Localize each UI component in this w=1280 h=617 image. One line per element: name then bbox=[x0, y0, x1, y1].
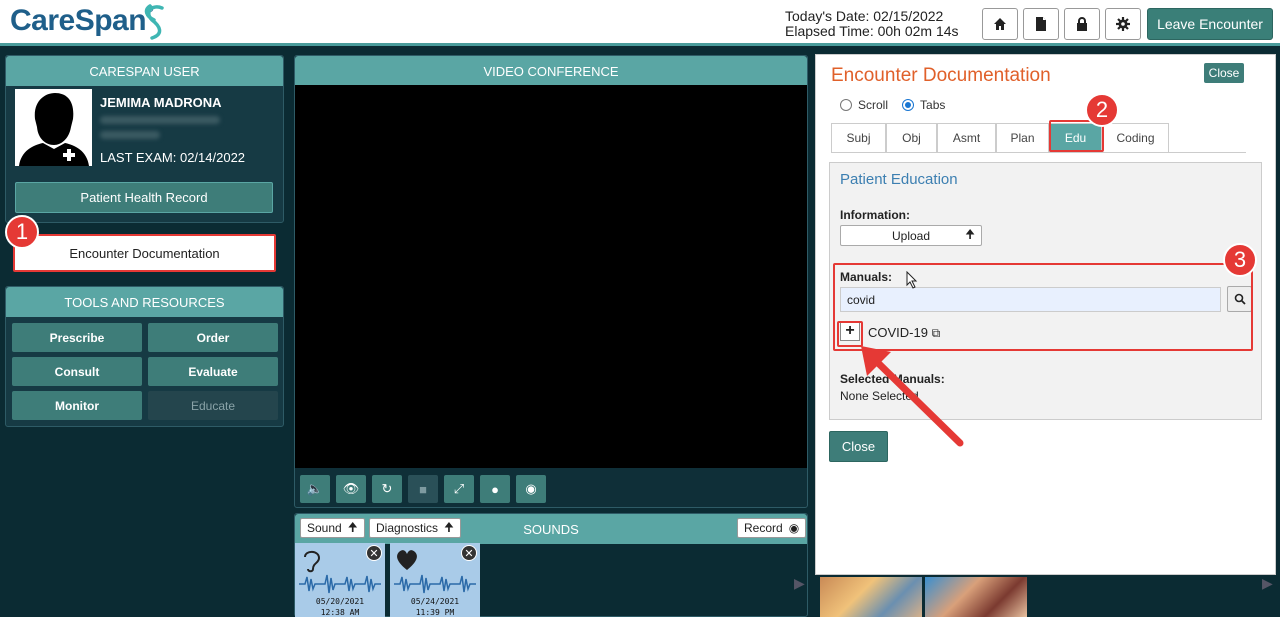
remove-icon[interactable]: ✕ bbox=[366, 545, 382, 561]
light-button[interactable]: ● bbox=[480, 475, 510, 503]
waveform-icon bbox=[394, 574, 476, 594]
scroll-right-icon[interactable]: ▶ bbox=[1262, 575, 1273, 592]
mute-button[interactable]: 🔈 bbox=[300, 475, 330, 503]
avatar bbox=[15, 89, 92, 166]
tab-obj[interactable]: Obj bbox=[886, 123, 937, 152]
annotation-highlight bbox=[833, 263, 1253, 351]
last-exam: LAST EXAM: 02/14/2022 bbox=[100, 150, 246, 165]
upload-arrow-icon: 🠉 bbox=[444, 519, 454, 534]
participant-thumbnail[interactable] bbox=[925, 577, 1027, 617]
order-button[interactable]: Order bbox=[148, 323, 278, 352]
speaker-mute-icon: 🔈 bbox=[306, 481, 324, 496]
leave-encounter-button[interactable]: Leave Encounter bbox=[1147, 8, 1273, 40]
lock-button[interactable] bbox=[1064, 8, 1100, 40]
tools-panel-title: TOOLS AND RESOURCES bbox=[6, 287, 283, 317]
blurred-info bbox=[100, 131, 160, 139]
ear-icon bbox=[304, 550, 321, 573]
upload-button[interactable]: Upload 🠉 bbox=[840, 225, 982, 246]
scroll-right-icon[interactable]: ▶ bbox=[794, 575, 805, 592]
home-icon bbox=[994, 18, 1006, 30]
sound-upload-button[interactable]: Sound 🠉 bbox=[300, 518, 365, 538]
tab-subj[interactable]: Subj bbox=[831, 123, 886, 152]
annotation-arrow-icon bbox=[861, 346, 964, 447]
participant-thumbnail[interactable] bbox=[820, 577, 922, 617]
refresh-icon: ↻ bbox=[381, 481, 393, 496]
user-silhouette-icon bbox=[19, 93, 89, 166]
upload-arrow-icon: 🠉 bbox=[965, 227, 975, 241]
lock-icon bbox=[1077, 17, 1087, 31]
sound-card[interactable]: ✕ 05/24/2021 11:39 PM bbox=[390, 543, 480, 617]
educate-button: Educate bbox=[148, 391, 278, 420]
evaluate-button[interactable]: Evaluate bbox=[148, 357, 278, 386]
app-header: CareSpan® Today's Date: 02/15/2022 Elaps… bbox=[0, 0, 1280, 46]
annotation-highlight bbox=[13, 234, 276, 272]
eye-slash-icon: 👁 bbox=[342, 481, 360, 496]
remove-icon[interactable]: ✕ bbox=[461, 545, 477, 561]
waveform-icon bbox=[299, 574, 381, 594]
gear-icon bbox=[1116, 17, 1130, 31]
patient-name: JEMIMA MADRONA bbox=[100, 95, 222, 110]
tab-coding[interactable]: Coding bbox=[1102, 123, 1169, 152]
heart-icon bbox=[397, 550, 417, 570]
information-label: Information: bbox=[840, 208, 910, 222]
sound-card[interactable]: ✕ 05/20/2021 12:38 AM bbox=[295, 543, 385, 617]
tab-divider bbox=[831, 152, 1246, 153]
hide-video-button[interactable]: 👁 bbox=[336, 475, 366, 503]
document-icon bbox=[1036, 17, 1046, 31]
settings-button[interactable] bbox=[1105, 8, 1141, 40]
snapshot-button[interactable]: ◉ bbox=[516, 475, 546, 503]
upload-arrow-icon: 🠉 bbox=[347, 519, 358, 534]
todays-date: Today's Date: 02/15/2022 bbox=[785, 8, 944, 24]
record-button[interactable]: Record ◉ bbox=[737, 518, 807, 538]
video-feed bbox=[295, 85, 807, 468]
user-panel-title: CARESPAN USER bbox=[6, 56, 283, 86]
document-button[interactable] bbox=[1023, 8, 1059, 40]
annotation-badge: 1 bbox=[5, 215, 39, 249]
video-panel-title: VIDEO CONFERENCE bbox=[295, 56, 807, 86]
doc-title: Encounter Documentation bbox=[831, 65, 1051, 86]
consult-button[interactable]: Consult bbox=[12, 357, 142, 386]
carespan-s-logo-icon bbox=[144, 4, 164, 40]
record-icon: ◉ bbox=[788, 521, 800, 535]
brand-logo: CareSpan® bbox=[10, 4, 153, 37]
fullscreen-button[interactable]: ⤢ bbox=[444, 475, 474, 503]
tab-asmt[interactable]: Asmt bbox=[937, 123, 996, 152]
section-title: Patient Education bbox=[840, 171, 958, 188]
expand-icon: ⤢ bbox=[453, 481, 465, 496]
patient-health-record-button[interactable]: Patient Health Record bbox=[15, 182, 273, 213]
switch-camera-button[interactable]: ↻ bbox=[372, 475, 402, 503]
home-button[interactable] bbox=[982, 8, 1018, 40]
tab-plan[interactable]: Plan bbox=[996, 123, 1049, 152]
monitor-button[interactable]: Monitor bbox=[12, 391, 142, 420]
annotation-badge: 3 bbox=[1223, 243, 1257, 277]
video-camera-icon: ■ bbox=[419, 481, 427, 497]
annotation-badge: 2 bbox=[1085, 93, 1119, 127]
elapsed-time: Elapsed Time: 00h 02m 14s bbox=[785, 23, 959, 39]
camera-button: ■ bbox=[408, 475, 438, 503]
camera-icon: ◉ bbox=[525, 481, 537, 496]
diagnostics-upload-button[interactable]: Diagnostics 🠉 bbox=[369, 518, 461, 538]
encounter-dates: Today's Date: 02/15/2022 Elapsed Time: 0… bbox=[785, 9, 959, 39]
scroll-radio[interactable] bbox=[840, 99, 852, 111]
lightbulb-icon: ● bbox=[491, 481, 499, 497]
close-button[interactable]: Close bbox=[1204, 63, 1244, 83]
prescribe-button[interactable]: Prescribe bbox=[12, 323, 142, 352]
blurred-info bbox=[100, 116, 220, 124]
tabs-radio[interactable] bbox=[902, 99, 915, 111]
